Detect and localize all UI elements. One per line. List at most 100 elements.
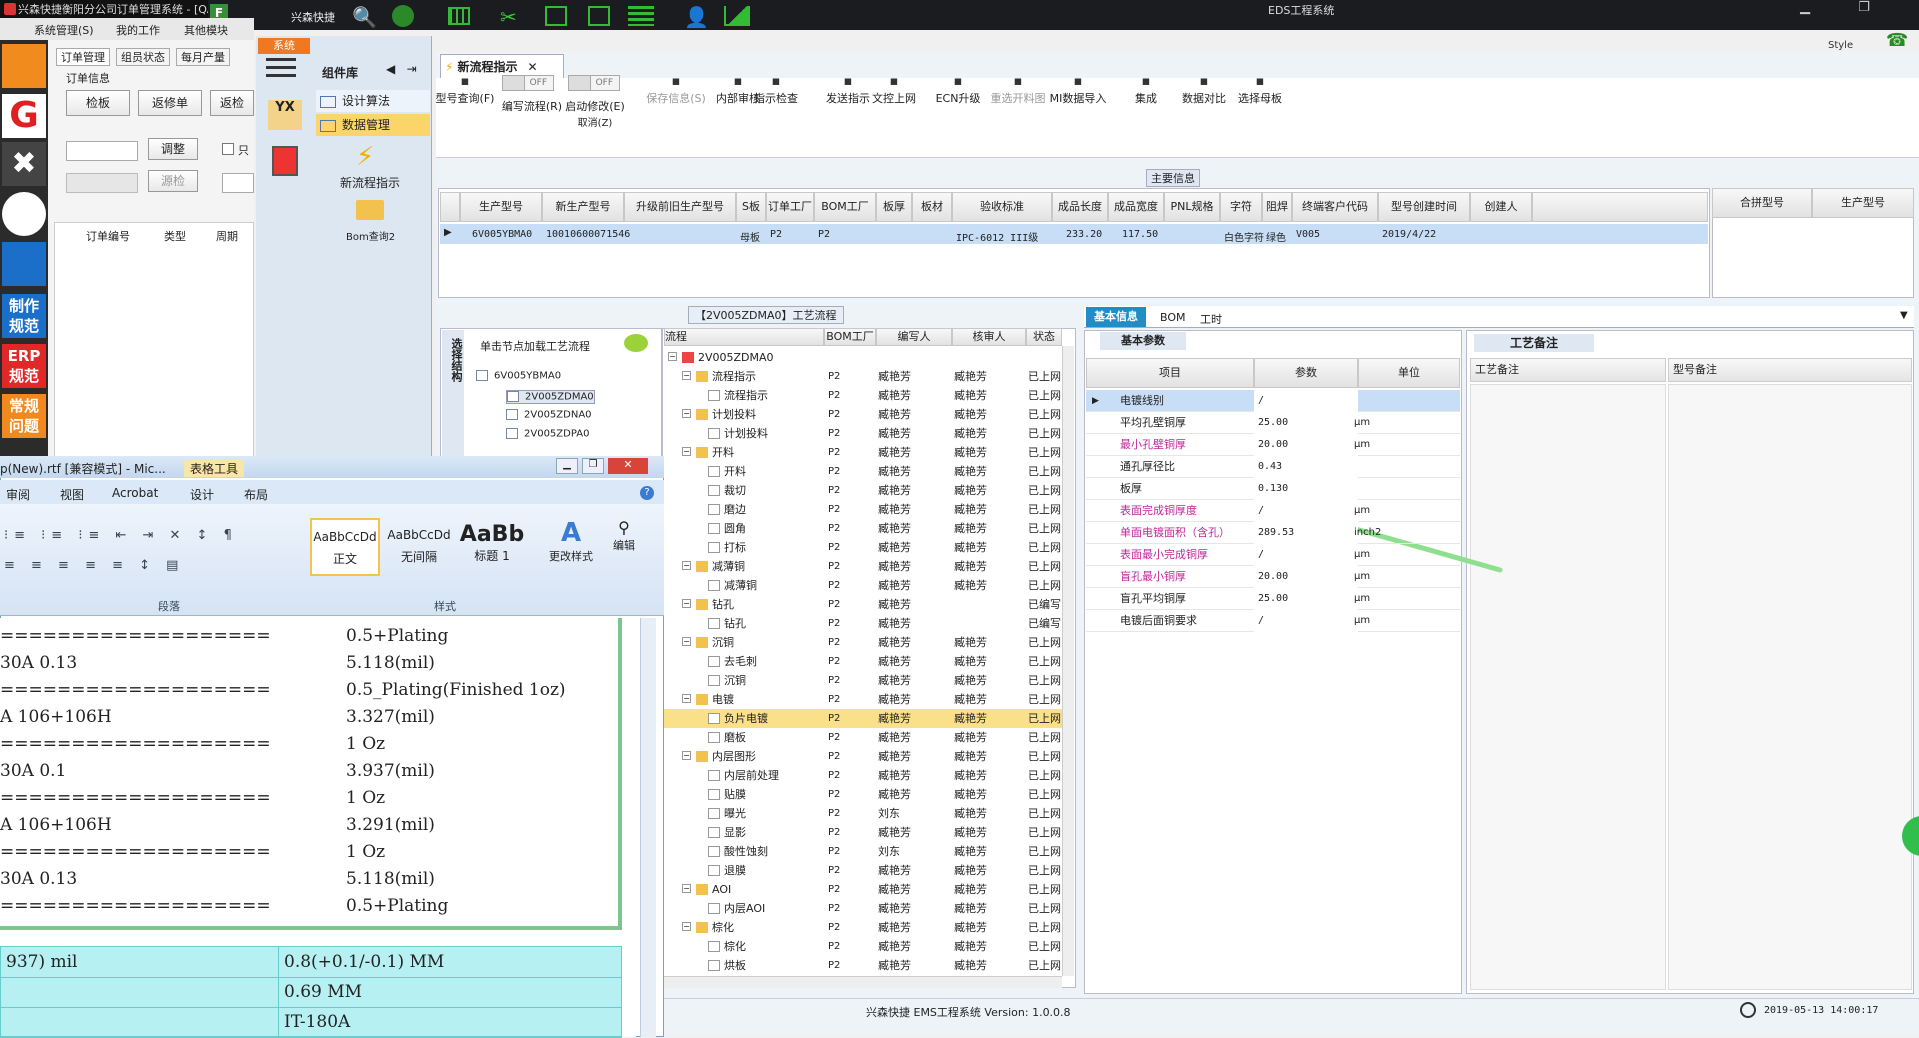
word-vscroll[interactable] <box>640 618 656 1037</box>
flow-row[interactable]: 内层前处理 P2 臧艳芳 臧艳芳 已上网 <box>664 766 1062 785</box>
toggle-switch[interactable]: OFF <box>502 75 554 91</box>
toolbar-btn-2[interactable]: OFF 启动修改(E) 取消(Z) <box>560 75 630 129</box>
new-flow-shortcut[interactable]: 新流程指示 <box>340 174 400 191</box>
launcher-faq[interactable]: 常规问题 <box>2 394 46 438</box>
export-icon[interactable] <box>588 6 610 26</box>
globe-icon[interactable] <box>392 5 414 27</box>
tools-icon[interactable]: ✂ <box>500 5 517 29</box>
inspect-button[interactable]: 检板 <box>66 90 130 116</box>
toggle-switch[interactable]: OFF <box>568 75 620 91</box>
expand-icon[interactable]: − <box>682 409 691 418</box>
expand-icon[interactable]: − <box>682 637 691 646</box>
word-min-button[interactable]: ▁ <box>556 458 578 474</box>
toolbar-btn-0[interactable]: ▪ 型号查询(F) <box>430 74 500 106</box>
expand-icon[interactable]: − <box>682 694 691 703</box>
flow-row[interactable]: − AOI P2 臧艳芳 臧艳芳 已上网 <box>664 880 1062 899</box>
flow-row[interactable]: 磨边 P2 臧艳芳 臧艳芳 已上网 <box>664 500 1062 519</box>
list-icon[interactable] <box>628 6 654 26</box>
flow-row[interactable]: − 电镀 P2 臧艳芳 臧艳芳 已上网 <box>664 690 1062 709</box>
grid-col-14[interactable]: 终端客户代码 <box>1292 192 1378 222</box>
launcher-chart-icon[interactable] <box>2 192 46 236</box>
flow-row[interactable]: 圆角 P2 臧艳芳 臧艳芳 已上网 <box>664 519 1062 538</box>
yx-icon[interactable]: YX <box>268 100 302 130</box>
flow-row[interactable]: − 钻孔 P2 臧艳芳 已编写 <box>664 595 1062 614</box>
style-label[interactable]: Style <box>1828 40 1853 51</box>
expand-icon[interactable]: − <box>682 371 691 380</box>
flow-row[interactable]: 计划投料 P2 臧艳芳 臧艳芳 已上网 <box>664 424 1062 443</box>
menu-my-work[interactable]: 我的工作 <box>116 22 160 38</box>
word-tab-2[interactable]: Acrobat <box>112 486 158 500</box>
craft-note-area[interactable] <box>1470 384 1666 990</box>
flow-col-0[interactable]: 流程 <box>664 328 824 346</box>
folder-icon[interactable] <box>356 200 384 220</box>
window-controls[interactable]: ▁ ❐ ✕ <box>1800 0 1919 15</box>
source-check-button[interactable]: 源检 <box>148 170 198 192</box>
toolbar-btn-1[interactable]: OFF 编写流程(R) <box>494 75 570 114</box>
toolbar-btn-12[interactable]: ▪ 数据对比 <box>1172 74 1236 106</box>
grid-col-13[interactable]: 阻焊 <box>1262 192 1292 222</box>
flow-row[interactable]: − 计划投料 P2 臧艳芳 臧艳芳 已上网 <box>664 405 1062 424</box>
grid-col-4[interactable]: 订单工厂 <box>766 192 814 222</box>
grid-col-12[interactable]: 字符 <box>1220 192 1262 222</box>
launcher-orange-grid[interactable] <box>2 44 46 88</box>
flow-col-2[interactable]: 编写人 <box>876 328 952 346</box>
grid-col-3[interactable]: S板 <box>736 192 766 222</box>
toolbar-btn-9[interactable]: ▪ 重选开料图 <box>986 74 1050 106</box>
tree-node[interactable]: 2V005ZDNA0 <box>506 409 592 421</box>
flow-row[interactable]: 钻孔 P2 臧艳芳 已编写 <box>664 614 1062 633</box>
expand-icon[interactable]: − <box>682 561 691 570</box>
param-col-item[interactable]: 项目 <box>1086 358 1254 388</box>
grid-col-10[interactable]: 成品宽度 <box>1108 192 1164 222</box>
param-row[interactable]: 通孔厚径比 0.43 <box>1086 456 1460 478</box>
grid-col-1[interactable]: 新生产型号 <box>542 192 624 222</box>
flow-row[interactable]: 开料 P2 臧艳芳 臧艳芳 已上网 <box>664 462 1062 481</box>
tree-node[interactable]: 2V005ZDMA0 <box>506 390 595 404</box>
param-row[interactable]: 电镀后面铜要求 / μm <box>1086 610 1460 632</box>
lib-nav-arrows[interactable]: ◀ ⇥ <box>386 62 417 76</box>
craft-note-tab[interactable]: 工艺备注 <box>1474 334 1594 352</box>
tab-basic-info[interactable]: 基本信息 <box>1086 307 1146 327</box>
chat-icon[interactable] <box>624 334 648 352</box>
flow-row[interactable]: − 沉铜 P2 臧艳芳 臧艳芳 已上网 <box>664 633 1062 652</box>
menu-hamburger-icon[interactable] <box>266 58 296 82</box>
toolbar-btn-5[interactable]: ▪ 指示检查 <box>744 74 808 106</box>
param-row[interactable]: 表面完成铜厚度 / μm <box>1086 500 1460 522</box>
grid-col-9[interactable]: 成品长度 <box>1052 192 1108 222</box>
checkbox-icon[interactable] <box>506 428 518 439</box>
adjust-button[interactable]: 调整 <box>148 138 198 160</box>
flow-col-4[interactable]: 状态 <box>1026 328 1062 346</box>
param-row[interactable]: 盲孔最小铜厚 20.00 μm <box>1086 566 1460 588</box>
search-icon[interactable]: 🔍 <box>352 5 377 29</box>
flow-row[interactable]: − 内层图形 P2 臧艳芳 臧艳芳 已上网 <box>664 747 1062 766</box>
expand-icon[interactable]: − <box>682 751 691 760</box>
flow-row[interactable]: 减薄铜 P2 臧艳芳 臧艳芳 已上网 <box>664 576 1062 595</box>
param-row[interactable]: 电镀线别 / ▶ <box>1086 390 1460 412</box>
flow-row[interactable]: 去毛刺 P2 臧艳芳 臧艳芳 已上网 <box>664 652 1062 671</box>
grid-col-8[interactable]: 验收标准 <box>952 192 1052 222</box>
prod-model-header[interactable]: 生产型号 <box>1812 188 1914 218</box>
grid-icon[interactable] <box>448 7 470 25</box>
flow-row[interactable]: 磨板 P2 臧艳芳 臧艳芳 已上网 <box>664 728 1062 747</box>
word-tab-1[interactable]: 视图 <box>60 486 84 503</box>
param-row[interactable]: 单面电镀面积（含孔） 289.53 inch2 <box>1086 522 1460 544</box>
param-row[interactable]: 表面最小完成铜厚 / μm <box>1086 544 1460 566</box>
flow-row[interactable]: 显影 P2 臧艳芳 臧艳芳 已上网 <box>664 823 1062 842</box>
style-no-spacing[interactable]: AaBbCcDd 无间隔 <box>384 518 454 576</box>
word-tab-3[interactable]: 设计 <box>190 486 214 503</box>
checkbox-icon[interactable] <box>506 409 518 420</box>
grid-col-7[interactable]: 板材 <box>912 192 952 222</box>
tab-hours[interactable]: 工时 <box>1200 311 1222 327</box>
flow-col-3[interactable]: 核审人 <box>952 328 1026 346</box>
left-combo-2[interactable] <box>66 173 138 193</box>
help-icon[interactable]: ? <box>640 486 654 500</box>
toolbar-btn-7[interactable]: ▪ 文控上网 <box>862 74 926 106</box>
flow-row[interactable]: 打标 P2 臧艳芳 臧艳芳 已上网 <box>664 538 1062 557</box>
craft-note-col[interactable]: 工艺备注 <box>1470 358 1666 382</box>
launcher-save-icon[interactable] <box>2 242 46 286</box>
expand-icon[interactable]: − <box>682 447 691 456</box>
flow-row[interactable]: 曝光 P2 刘东 臧艳芳 已上网 <box>664 804 1062 823</box>
lib-item-data-mgmt[interactable]: 数据管理 <box>316 114 430 136</box>
grid-col-11[interactable]: PNL规格 <box>1164 192 1220 222</box>
param-row[interactable]: 盲孔平均铜厚 25.00 μm <box>1086 588 1460 610</box>
param-col-value[interactable]: 参数 <box>1254 358 1358 388</box>
